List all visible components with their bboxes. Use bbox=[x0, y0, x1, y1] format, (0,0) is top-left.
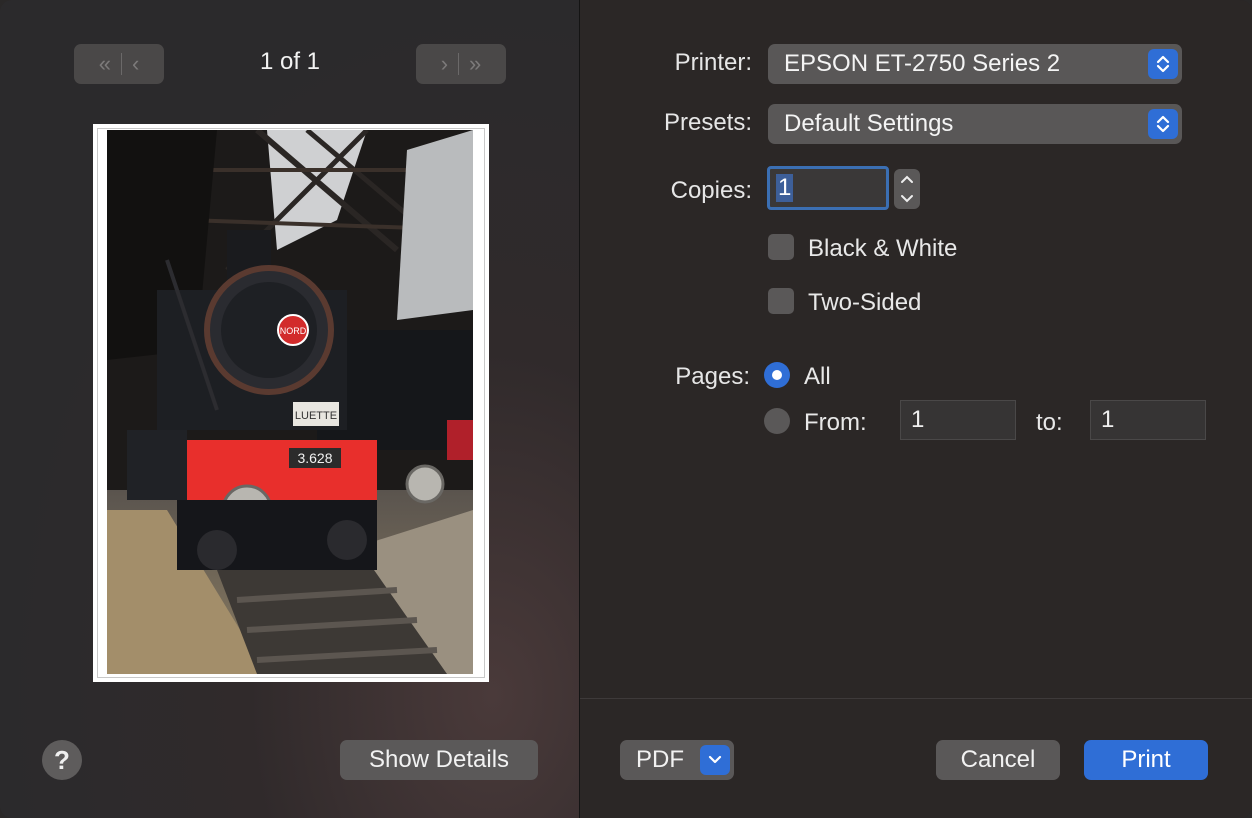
pages-all-label: All bbox=[804, 363, 831, 390]
pdf-label: PDF bbox=[636, 746, 684, 773]
pages-all-radio[interactable] bbox=[764, 362, 790, 388]
locomotive-image: NORD LUETTE 3.628 bbox=[107, 130, 473, 674]
up-down-chevron-icon bbox=[1148, 109, 1178, 139]
pdf-menu-button[interactable]: PDF bbox=[620, 740, 734, 780]
print-dialog: « ‹ 1 of 1 › » NORD LUETTE 3.628 ? Show … bbox=[0, 0, 1252, 818]
help-button[interactable]: ? bbox=[42, 740, 82, 780]
two-sided-checkbox[interactable] bbox=[768, 288, 794, 314]
last-page-icon: » bbox=[469, 51, 482, 76]
next-page-icon: › bbox=[440, 51, 449, 76]
first-page-icon: « bbox=[98, 51, 111, 76]
previous-page-button[interactable]: « ‹ bbox=[74, 44, 164, 84]
pages-from-label: From: bbox=[804, 409, 867, 436]
page-preview: NORD LUETTE 3.628 bbox=[93, 124, 489, 682]
chevron-up-icon[interactable] bbox=[900, 174, 914, 184]
previous-page-icon: ‹ bbox=[131, 51, 140, 76]
help-icon: ? bbox=[54, 744, 70, 775]
two-sided-label: Two-Sided bbox=[808, 289, 922, 316]
up-down-chevron-icon bbox=[1148, 49, 1178, 79]
chevron-down-icon[interactable] bbox=[900, 194, 914, 204]
printer-label: Printer: bbox=[674, 49, 752, 76]
preview-pane: « ‹ 1 of 1 › » NORD LUETTE 3.628 ? Show … bbox=[0, 0, 580, 818]
settings-pane: Printer: EPSON ET-2750 Series 2 Presets:… bbox=[580, 0, 1252, 818]
pages-from-input[interactable]: 1 bbox=[900, 400, 1016, 440]
black-white-label: Black & White bbox=[808, 235, 958, 262]
number-plate: 3.628 bbox=[297, 450, 332, 466]
copies-label: Copies: bbox=[670, 177, 752, 204]
printer-select[interactable]: EPSON ET-2750 Series 2 bbox=[768, 44, 1182, 84]
print-button[interactable]: Print bbox=[1084, 740, 1208, 780]
presets-label: Presets: bbox=[663, 109, 752, 136]
presets-value: Default Settings bbox=[784, 110, 954, 137]
divider bbox=[120, 53, 122, 75]
show-details-button[interactable]: Show Details bbox=[340, 740, 538, 780]
pages-label: Pages: bbox=[675, 363, 750, 390]
printer-value: EPSON ET-2750 Series 2 bbox=[784, 50, 1061, 77]
next-page-button[interactable]: › » bbox=[416, 44, 506, 84]
footer-divider bbox=[580, 698, 1252, 699]
chevron-down-icon bbox=[700, 745, 730, 775]
copies-stepper[interactable] bbox=[894, 169, 920, 209]
page-count: 1 of 1 bbox=[259, 48, 321, 75]
nord-badge: NORD bbox=[280, 326, 307, 336]
sign-text: LUETTE bbox=[295, 410, 337, 422]
black-white-checkbox[interactable] bbox=[768, 234, 794, 260]
copies-input[interactable]: 1 bbox=[767, 166, 889, 210]
copies-value: 1 bbox=[776, 174, 794, 202]
cancel-button[interactable]: Cancel bbox=[936, 740, 1060, 780]
pages-to-label: to: bbox=[1036, 409, 1063, 436]
pages-from-radio[interactable] bbox=[764, 408, 790, 434]
preview-photo: NORD LUETTE 3.628 bbox=[107, 130, 473, 674]
pages-to-input[interactable]: 1 bbox=[1090, 400, 1206, 440]
presets-select[interactable]: Default Settings bbox=[768, 104, 1182, 144]
divider bbox=[458, 53, 460, 75]
